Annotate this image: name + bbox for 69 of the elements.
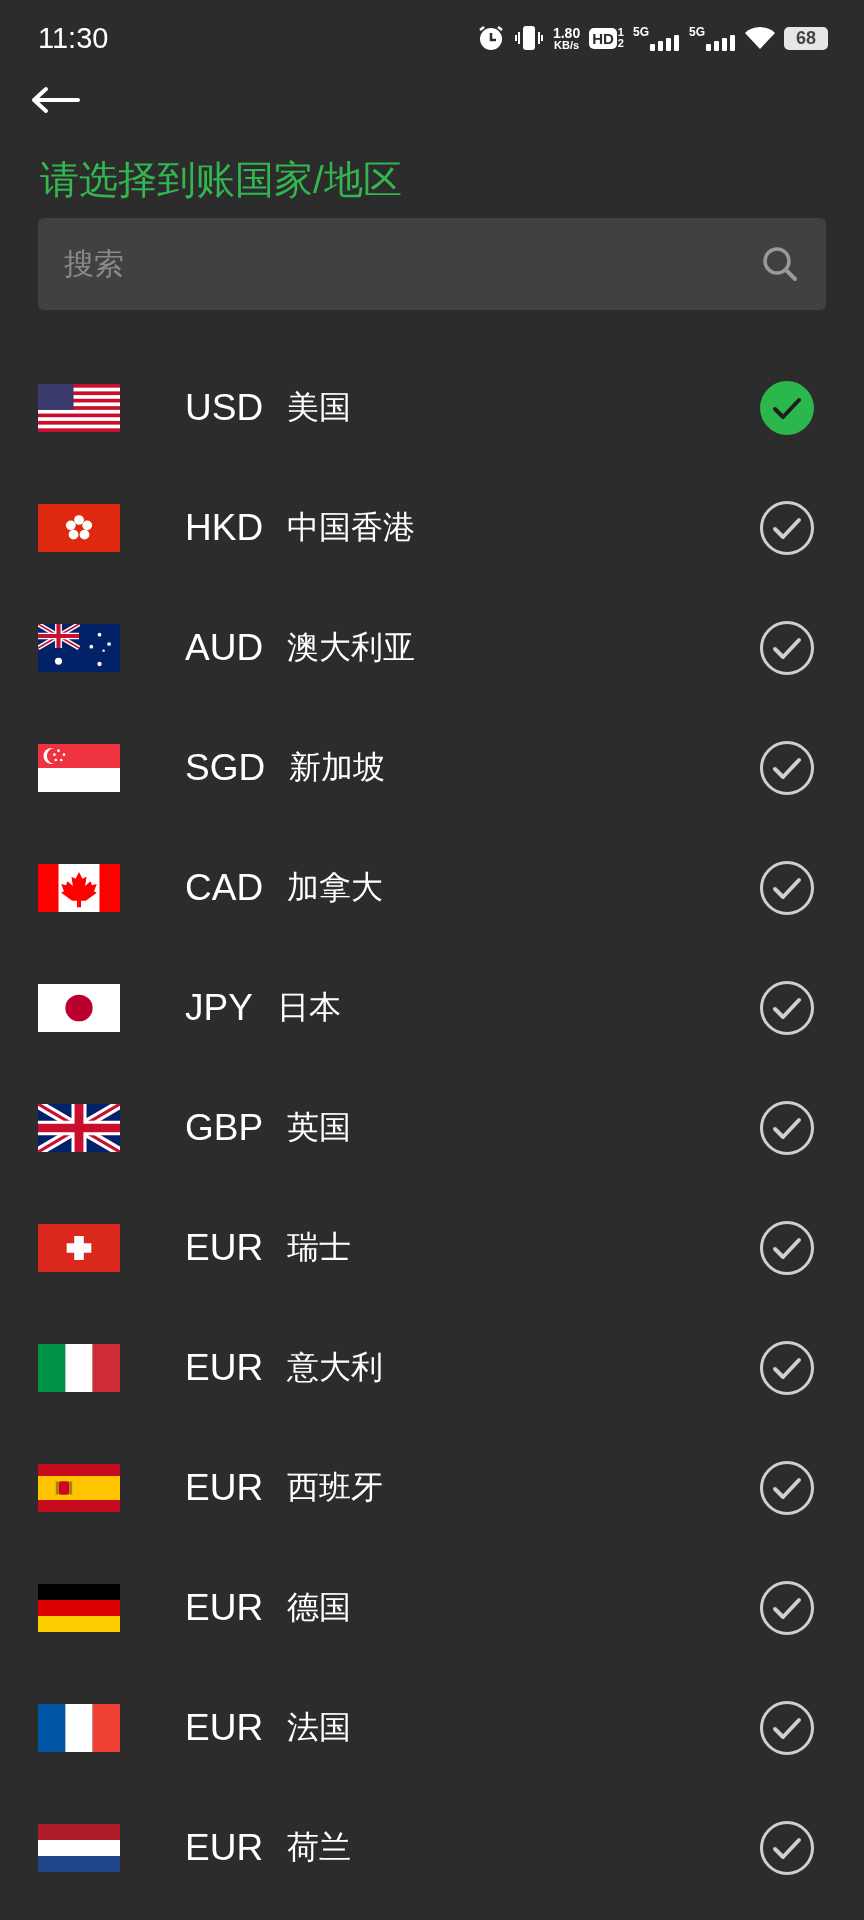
network-type: 5G [632, 25, 649, 39]
check-circle-icon[interactable] [760, 861, 814, 915]
check-circle-icon[interactable] [760, 1461, 814, 1515]
currency-code[interactable]: EUR [185, 1467, 264, 1509]
check-circle-icon[interactable] [760, 1101, 814, 1155]
country-name[interactable]: 意大利 [287, 1346, 760, 1390]
check-circle-icon[interactable] [760, 981, 814, 1035]
sim-number: 1 [617, 27, 624, 38]
check-circle-icon[interactable] [760, 1701, 814, 1755]
sim-number: 2 [617, 38, 624, 49]
japan-flag-icon [38, 984, 120, 1032]
country-name[interactable]: 加拿大 [287, 866, 760, 910]
clock-time: 11:30 [38, 21, 109, 55]
us-flag-icon [38, 384, 120, 432]
netherlands-flag-icon [38, 1824, 120, 1872]
check-circle-icon[interactable] [760, 501, 814, 555]
country-name[interactable]: 瑞士 [287, 1226, 760, 1270]
country-name[interactable]: 中国香港 [287, 506, 760, 550]
search-field[interactable]: 搜索 [38, 218, 826, 310]
currency-code[interactable]: EUR [185, 1707, 264, 1749]
currency-code[interactable]: AUD [185, 627, 264, 669]
check-circle-icon[interactable] [760, 1821, 814, 1875]
currency-code[interactable]: EUR [185, 1587, 264, 1629]
country-name[interactable]: 新加坡 [289, 746, 760, 790]
singapore-flag-icon [38, 744, 120, 792]
selected-check-icon[interactable] [760, 381, 814, 435]
country-name[interactable]: 荷兰 [287, 1826, 760, 1870]
speed-unit: KB/s [554, 39, 580, 51]
country-name[interactable]: 澳大利亚 [287, 626, 760, 670]
hd-badge: HD [589, 27, 617, 49]
vibrate-icon [513, 24, 544, 52]
currency-code[interactable]: GBP [185, 1107, 264, 1149]
country-name[interactable]: 德国 [287, 1586, 760, 1630]
check-circle-icon[interactable] [760, 1221, 814, 1275]
network-speed: 1.80 [552, 25, 581, 40]
canada-flag-icon [38, 864, 120, 912]
currency-code[interactable]: EUR [185, 1227, 264, 1269]
currency-code[interactable]: CAD [185, 867, 264, 909]
currency-code[interactable]: HKD [185, 507, 264, 549]
country-name[interactable]: 西班牙 [287, 1466, 760, 1510]
france-flag-icon [38, 1704, 120, 1752]
germany-flag-icon [38, 1584, 120, 1632]
country-name[interactable]: 英国 [287, 1106, 760, 1150]
italy-flag-icon [38, 1344, 120, 1392]
check-circle-icon[interactable] [760, 1341, 814, 1395]
check-circle-icon[interactable] [760, 621, 814, 675]
check-circle-icon[interactable] [760, 741, 814, 795]
country-name[interactable]: 法国 [287, 1706, 760, 1750]
currency-code[interactable]: JPY [185, 987, 253, 1029]
uk-flag-icon [38, 1104, 120, 1152]
country-name[interactable]: 日本 [276, 986, 760, 1030]
signal-icon [650, 35, 680, 51]
country-name[interactable]: 美国 [287, 386, 760, 430]
currency-code[interactable]: SGD [185, 747, 266, 789]
switzerland-flag-icon [38, 1224, 120, 1272]
australia-flag-icon [38, 624, 120, 672]
wifi-icon [745, 26, 775, 50]
check-circle-icon[interactable] [760, 1581, 814, 1635]
signal-icon [706, 35, 736, 51]
battery-level: 68 [784, 26, 828, 50]
currency-code[interactable]: USD [185, 387, 264, 429]
search-icon[interactable] [760, 244, 800, 284]
network-type: 5G [689, 25, 705, 39]
currency-code[interactable]: EUR [185, 1347, 264, 1389]
currency-code[interactable]: EUR [185, 1827, 264, 1869]
page-title: 请选择到账国家/地区 [40, 157, 403, 203]
hong-kong-flag-icon [38, 504, 120, 552]
back-button[interactable] [30, 86, 80, 114]
spain-flag-icon [38, 1464, 120, 1512]
